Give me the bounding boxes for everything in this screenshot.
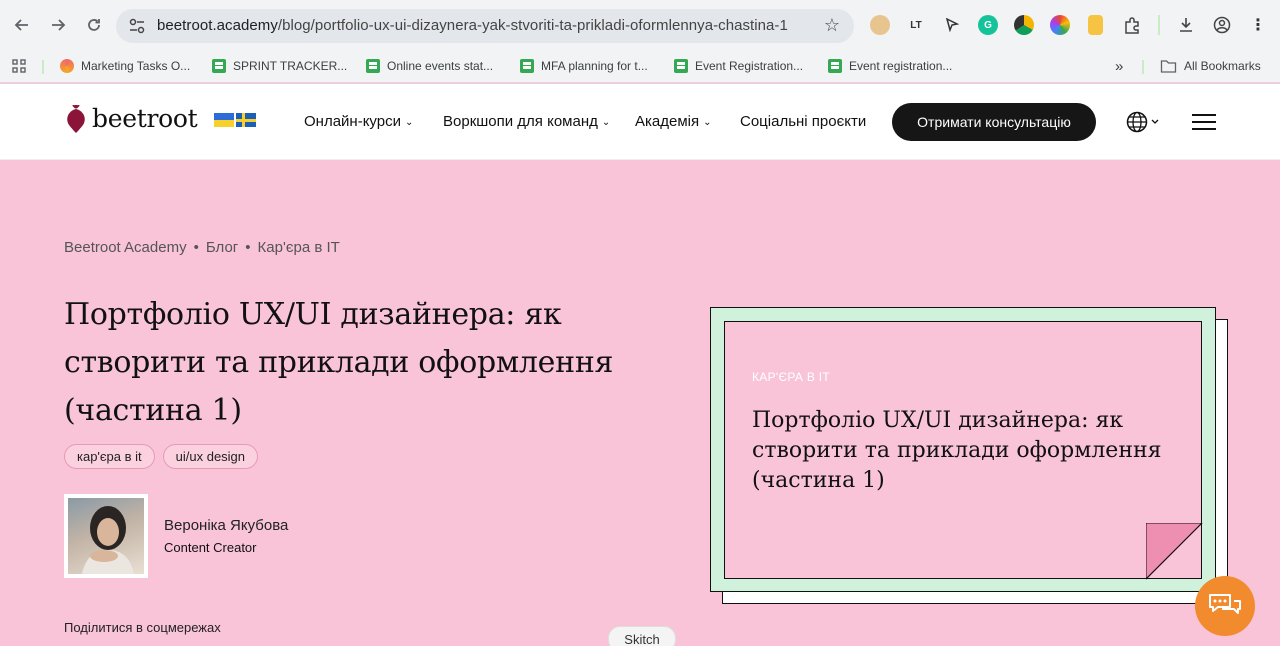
menu-kebab-icon[interactable]: ⋮ bbox=[1248, 15, 1268, 35]
nav-label: Соціальні проєкти bbox=[740, 113, 867, 130]
tag-list: кар'єра в it ui/ux design bbox=[64, 444, 266, 469]
get-consultation-button[interactable]: Отримати консультацію bbox=[892, 103, 1096, 141]
lt-icon[interactable]: LT bbox=[906, 15, 926, 35]
site-header: beetroot Онлайн-курси ⌄ Воркшопи для кома… bbox=[0, 84, 1280, 160]
language-switcher[interactable] bbox=[1126, 111, 1160, 138]
nav-label: Онлайн-курси bbox=[304, 113, 401, 130]
breadcrumb-separator: • bbox=[245, 239, 251, 256]
bookmark-item[interactable]: Event Registration... bbox=[674, 56, 803, 76]
all-bookmarks-button[interactable]: All Bookmarks bbox=[1160, 56, 1261, 76]
hamburger-menu-icon[interactable] bbox=[1192, 114, 1216, 130]
folder-icon bbox=[1160, 60, 1177, 73]
cookie-icon[interactable] bbox=[870, 15, 890, 35]
grammarly-icon[interactable]: G bbox=[978, 15, 998, 35]
url-path: /blog/portfolio-ux-ui-dizaynera-yak-stvo… bbox=[277, 17, 788, 34]
nav-label: Воркшопи для команд bbox=[443, 113, 598, 130]
bookmark-label: SPRINT TRACKER... bbox=[233, 59, 348, 73]
breadcrumb-separator: • bbox=[193, 239, 199, 256]
author-photo bbox=[68, 498, 144, 574]
nav-social-projects[interactable]: Соціальні проєкти bbox=[740, 113, 866, 130]
page-fold-icon bbox=[1146, 523, 1203, 580]
bookmark-label: MFA planning for t... bbox=[541, 59, 648, 73]
bookmark-item[interactable]: SPRINT TRACKER... bbox=[212, 56, 347, 76]
docs-icon[interactable] bbox=[1088, 15, 1103, 35]
url-text[interactable]: beetroot.academy/blog/portfolio-ux-ui-di… bbox=[157, 17, 788, 34]
share-label: Поділитися в соцмережах bbox=[64, 620, 221, 635]
cover-title: Портфоліо UX/UI дизайнера: як створити т… bbox=[752, 408, 1162, 493]
sheet-icon bbox=[674, 59, 688, 73]
breadcrumb: Beetroot Academy • Блог • Кар'єра в IT bbox=[64, 239, 340, 256]
nav-academy[interactable]: Академія ⌄ bbox=[635, 113, 712, 130]
bookmark-item[interactable]: Event registration... bbox=[828, 56, 952, 76]
cover-category: КАР'ЄРА В IT bbox=[752, 370, 831, 384]
chevron-down-icon: ⌄ bbox=[703, 117, 712, 128]
bookmark-item[interactable]: Marketing Tasks O... bbox=[60, 56, 190, 76]
more-bookmarks-button[interactable]: » bbox=[1115, 56, 1123, 76]
sweden-flag-icon bbox=[236, 113, 256, 127]
nav-online-courses[interactable]: Онлайн-курси ⌄ bbox=[304, 113, 413, 130]
site-settings-icon[interactable] bbox=[128, 17, 146, 35]
apps-icon[interactable] bbox=[12, 56, 26, 76]
bookmarks-bar: Marketing Tasks O... SPRINT TRACKER... O… bbox=[0, 50, 1280, 83]
sheet-icon bbox=[366, 59, 380, 73]
bookmarks-divider bbox=[1142, 60, 1144, 74]
breadcrumb-category[interactable]: Кар'єра в IT bbox=[258, 239, 340, 256]
site-logo[interactable]: beetroot bbox=[64, 104, 198, 133]
author-role: Content Creator bbox=[164, 540, 257, 555]
chat-bubbles-icon bbox=[1209, 594, 1241, 614]
nav-label: Академія bbox=[635, 113, 700, 130]
author-name[interactable]: Вероніка Якубова bbox=[164, 517, 288, 534]
forward-button[interactable] bbox=[47, 14, 69, 36]
article-title: Портфоліо UX/UI дизайнера: як створити т… bbox=[64, 297, 614, 428]
arrow-right-icon bbox=[52, 19, 66, 31]
bookmarks-divider bbox=[42, 60, 44, 74]
toolbar-divider bbox=[1158, 15, 1160, 35]
logo-text: beetroot bbox=[92, 104, 198, 133]
sheet-icon bbox=[828, 59, 842, 73]
flags bbox=[214, 113, 258, 127]
bookmark-item[interactable]: Online events stat... bbox=[366, 56, 493, 76]
profile-icon[interactable] bbox=[1212, 15, 1232, 35]
breadcrumb-blog[interactable]: Блог bbox=[206, 239, 238, 256]
arrow-left-icon bbox=[14, 19, 28, 31]
asana-icon bbox=[60, 59, 74, 73]
reload-icon bbox=[88, 19, 100, 31]
bookmark-label: Event Registration... bbox=[695, 59, 804, 73]
back-button[interactable] bbox=[11, 14, 33, 36]
address-bar[interactable]: beetroot.academy/blog/portfolio-ux-ui-di… bbox=[116, 9, 854, 43]
globe-icon bbox=[1126, 111, 1159, 133]
bookmark-item[interactable]: MFA planning for t... bbox=[520, 56, 648, 76]
puzzle-icon[interactable] bbox=[1122, 15, 1142, 35]
chevron-down-icon: ⌄ bbox=[601, 117, 611, 128]
breadcrumb-home[interactable]: Beetroot Academy bbox=[64, 239, 187, 256]
reload-button[interactable] bbox=[83, 14, 105, 36]
tag-career[interactable]: кар'єра в it bbox=[64, 444, 155, 469]
beet-icon bbox=[67, 104, 85, 133]
bookmark-label: Marketing Tasks O... bbox=[81, 59, 191, 73]
bookmark-label: Online events stat... bbox=[387, 59, 494, 73]
download-icon[interactable] bbox=[1176, 15, 1196, 35]
skitch-tab[interactable]: Skitch bbox=[608, 626, 676, 646]
browser-toolbar: beetroot.academy/blog/portfolio-ux-ui-di… bbox=[0, 0, 1280, 50]
url-host: beetroot.academy bbox=[157, 17, 278, 34]
sheet-icon bbox=[520, 59, 534, 73]
tag-uiux[interactable]: ui/ux design bbox=[162, 444, 259, 469]
author-avatar bbox=[64, 494, 148, 578]
bookmark-label: Event registration... bbox=[849, 59, 953, 73]
chat-button[interactable] bbox=[1195, 576, 1255, 636]
drive-icon[interactable] bbox=[1014, 15, 1034, 35]
sheet-icon bbox=[212, 59, 226, 73]
chevron-down-icon: ⌄ bbox=[405, 117, 414, 128]
bookmark-star-icon[interactable]: ☆ bbox=[824, 15, 840, 36]
cursor-icon[interactable] bbox=[942, 15, 962, 35]
ukraine-flag-icon bbox=[214, 113, 234, 127]
colorwheel-icon[interactable] bbox=[1050, 15, 1070, 35]
all-bookmarks-label: All Bookmarks bbox=[1184, 59, 1261, 73]
nav-team-workshops[interactable]: Воркшопи для команд ⌄ bbox=[443, 113, 610, 130]
